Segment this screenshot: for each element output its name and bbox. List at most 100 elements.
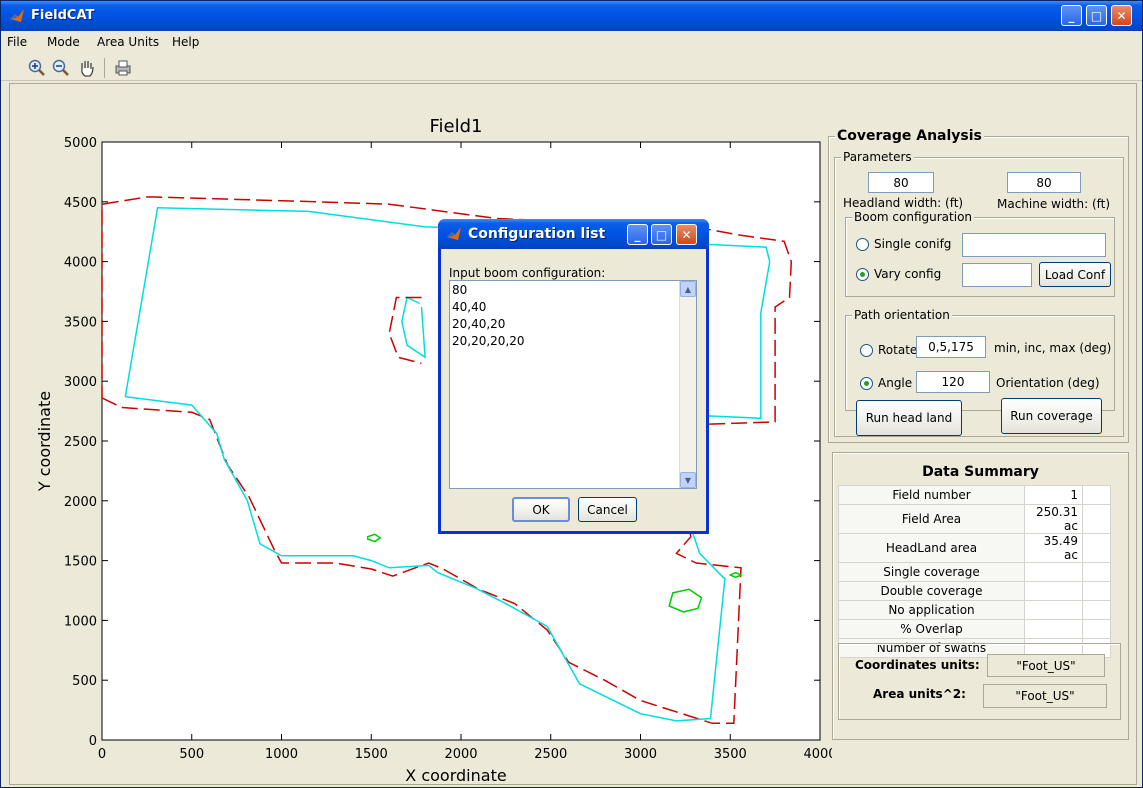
data-summary-table: Field number 1 Field Area 250.31 ac HeadLand…: [838, 485, 1111, 658]
x-tick-label: 2000: [444, 747, 477, 762]
area-units-value: "Foot_US": [983, 684, 1107, 708]
zoom-in-icon[interactable]: [27, 58, 47, 78]
minimize-button[interactable]: _: [1061, 5, 1082, 26]
configuration-list-dialog: Configuration list _ □ ✕ Input boom conf…: [438, 219, 709, 534]
summary-row-label: Single coverage: [838, 562, 1025, 582]
y-tick-label: 5000: [64, 136, 97, 151]
menu-help[interactable]: Help: [172, 35, 199, 49]
dialog-maximize-button[interactable]: □: [651, 224, 672, 245]
x-tick-label: 1000: [265, 747, 298, 762]
summary-row-label: Field Area: [838, 504, 1025, 534]
summary-row-value[interactable]: [1024, 600, 1083, 620]
headland-width-label: Headland width: (ft): [843, 196, 964, 210]
machine-width-label: Machine width: (ft): [997, 197, 1111, 211]
close-icon: ✕: [681, 227, 692, 242]
data-summary-panel: Data Summary Field number 1 Field Area 250.…: [832, 452, 1129, 740]
load-conf-button[interactable]: Load Conf: [1039, 262, 1111, 287]
coordinates-units-label: Coordinates units:: [855, 658, 980, 672]
path-orientation-title: Path orientation: [852, 308, 952, 322]
summary-row-value[interactable]: 35.49 ac: [1024, 533, 1083, 563]
summary-row: No application: [838, 600, 1111, 620]
y-tick-label: 4000: [64, 256, 97, 271]
scroll-up-icon[interactable]: ▲: [680, 281, 696, 297]
vary-config-radio[interactable]: [856, 268, 869, 281]
summary-row: HeadLand area 35.49 ac: [838, 533, 1111, 563]
summary-row-value[interactable]: 1: [1024, 485, 1083, 505]
rotate-label: Rotate: [878, 343, 918, 357]
summary-row: Field Area 250.31 ac: [838, 504, 1111, 534]
menu-file[interactable]: File: [7, 35, 27, 49]
pan-hand-icon[interactable]: [77, 58, 97, 78]
plot-title: Field1: [430, 116, 483, 137]
coverage-analysis-title: Coverage Analysis: [835, 128, 984, 144]
summary-row: Single coverage: [838, 562, 1111, 582]
app-title: FieldCAT: [31, 8, 95, 23]
summary-row-spacer: [1082, 619, 1111, 639]
matlab-logo-icon: [447, 227, 461, 240]
parameters-group: Parameters 80 80 Headland width: (ft) Ma…: [834, 150, 1124, 437]
angle-input[interactable]: 120: [916, 371, 990, 393]
summary-row-spacer: [1082, 504, 1111, 534]
coordinates-units-value: "Foot_US": [987, 654, 1105, 677]
menu-bar: File Mode Area Units Help: [1, 31, 1142, 53]
config-line: 20,20,20,20: [452, 334, 525, 348]
run-head-land-button[interactable]: Run head land: [856, 400, 962, 436]
close-button[interactable]: ✕: [1111, 5, 1132, 26]
path-orientation-group: Path orientation Rotate 0,5,175 min, inc…: [845, 308, 1115, 411]
units-group: Coordinates units: "Foot_US" Area units^…: [838, 643, 1121, 720]
area-units-label: Area units^2:: [873, 687, 966, 701]
x-tick-label: 0: [98, 747, 106, 762]
toolbar-separator: [104, 58, 105, 78]
summary-row-value[interactable]: [1024, 619, 1083, 639]
y-tick-label: 2500: [64, 435, 97, 450]
title-bar: FieldCAT _ □ ✕: [1, 1, 1142, 31]
angle-radio[interactable]: [860, 377, 873, 390]
summary-row-spacer: [1082, 581, 1111, 601]
single-config-radio[interactable]: [856, 238, 869, 251]
dialog-title-bar: Configuration list _ □ ✕: [438, 219, 709, 249]
ok-button[interactable]: OK: [512, 497, 570, 522]
headland-width-input[interactable]: 80: [868, 172, 934, 193]
machine-width-input[interactable]: 80: [1007, 172, 1081, 193]
boom-configuration-title: Boom configuration: [852, 210, 975, 224]
maximize-button[interactable]: □: [1086, 5, 1107, 26]
summary-row-value[interactable]: [1024, 562, 1083, 582]
rotate-radio[interactable]: [860, 344, 873, 357]
summary-row-label: Field number: [838, 485, 1025, 505]
summary-row-spacer: [1082, 600, 1111, 620]
menu-mode[interactable]: Mode: [47, 35, 80, 49]
dialog-close-button[interactable]: ✕: [676, 224, 697, 245]
config-line: 80: [452, 283, 468, 297]
data-summary-title: Data Summary: [922, 464, 1039, 480]
config-line: 20,40,20: [452, 317, 506, 331]
y-tick-label: 4500: [64, 196, 97, 211]
menu-area-units[interactable]: Area Units: [97, 35, 159, 49]
x-tick-label: 500: [179, 747, 204, 762]
summary-row: % Overlap: [838, 619, 1111, 639]
matlab-logo-icon: [10, 9, 24, 22]
summary-row-label: No application: [838, 600, 1025, 620]
print-icon[interactable]: [113, 58, 133, 78]
minimize-icon: _: [1068, 8, 1075, 23]
boom-configuration-textarea[interactable]: 80 40,40 20,40,20 20,20,20,20 ▲ ▼: [449, 280, 697, 489]
minimize-icon: _: [634, 227, 641, 242]
parameters-title: Parameters: [841, 150, 914, 164]
dialog-minimize-button[interactable]: _: [627, 224, 648, 245]
vary-config-input[interactable]: [962, 263, 1032, 287]
run-coverage-button[interactable]: Run coverage: [1001, 398, 1102, 434]
scroll-down-icon[interactable]: ▼: [680, 472, 696, 488]
rotate-input[interactable]: 0,5,175: [916, 336, 986, 358]
textarea-scrollbar[interactable]: ▲ ▼: [679, 281, 696, 488]
zoom-out-icon[interactable]: [51, 58, 71, 78]
y-tick-label: 3000: [64, 375, 97, 390]
vary-config-label: Vary config: [874, 267, 942, 281]
summary-row-value[interactable]: 250.31 ac: [1024, 504, 1083, 534]
summary-row-value[interactable]: [1024, 581, 1083, 601]
x-tick-label: 1500: [355, 747, 388, 762]
dialog-title: Configuration list: [468, 226, 606, 242]
cancel-button[interactable]: Cancel: [578, 497, 637, 522]
summary-row: Field number 1: [838, 485, 1111, 505]
summary-row: Double coverage: [838, 581, 1111, 601]
y-tick-label: 500: [72, 674, 97, 689]
single-config-input[interactable]: [962, 233, 1106, 257]
